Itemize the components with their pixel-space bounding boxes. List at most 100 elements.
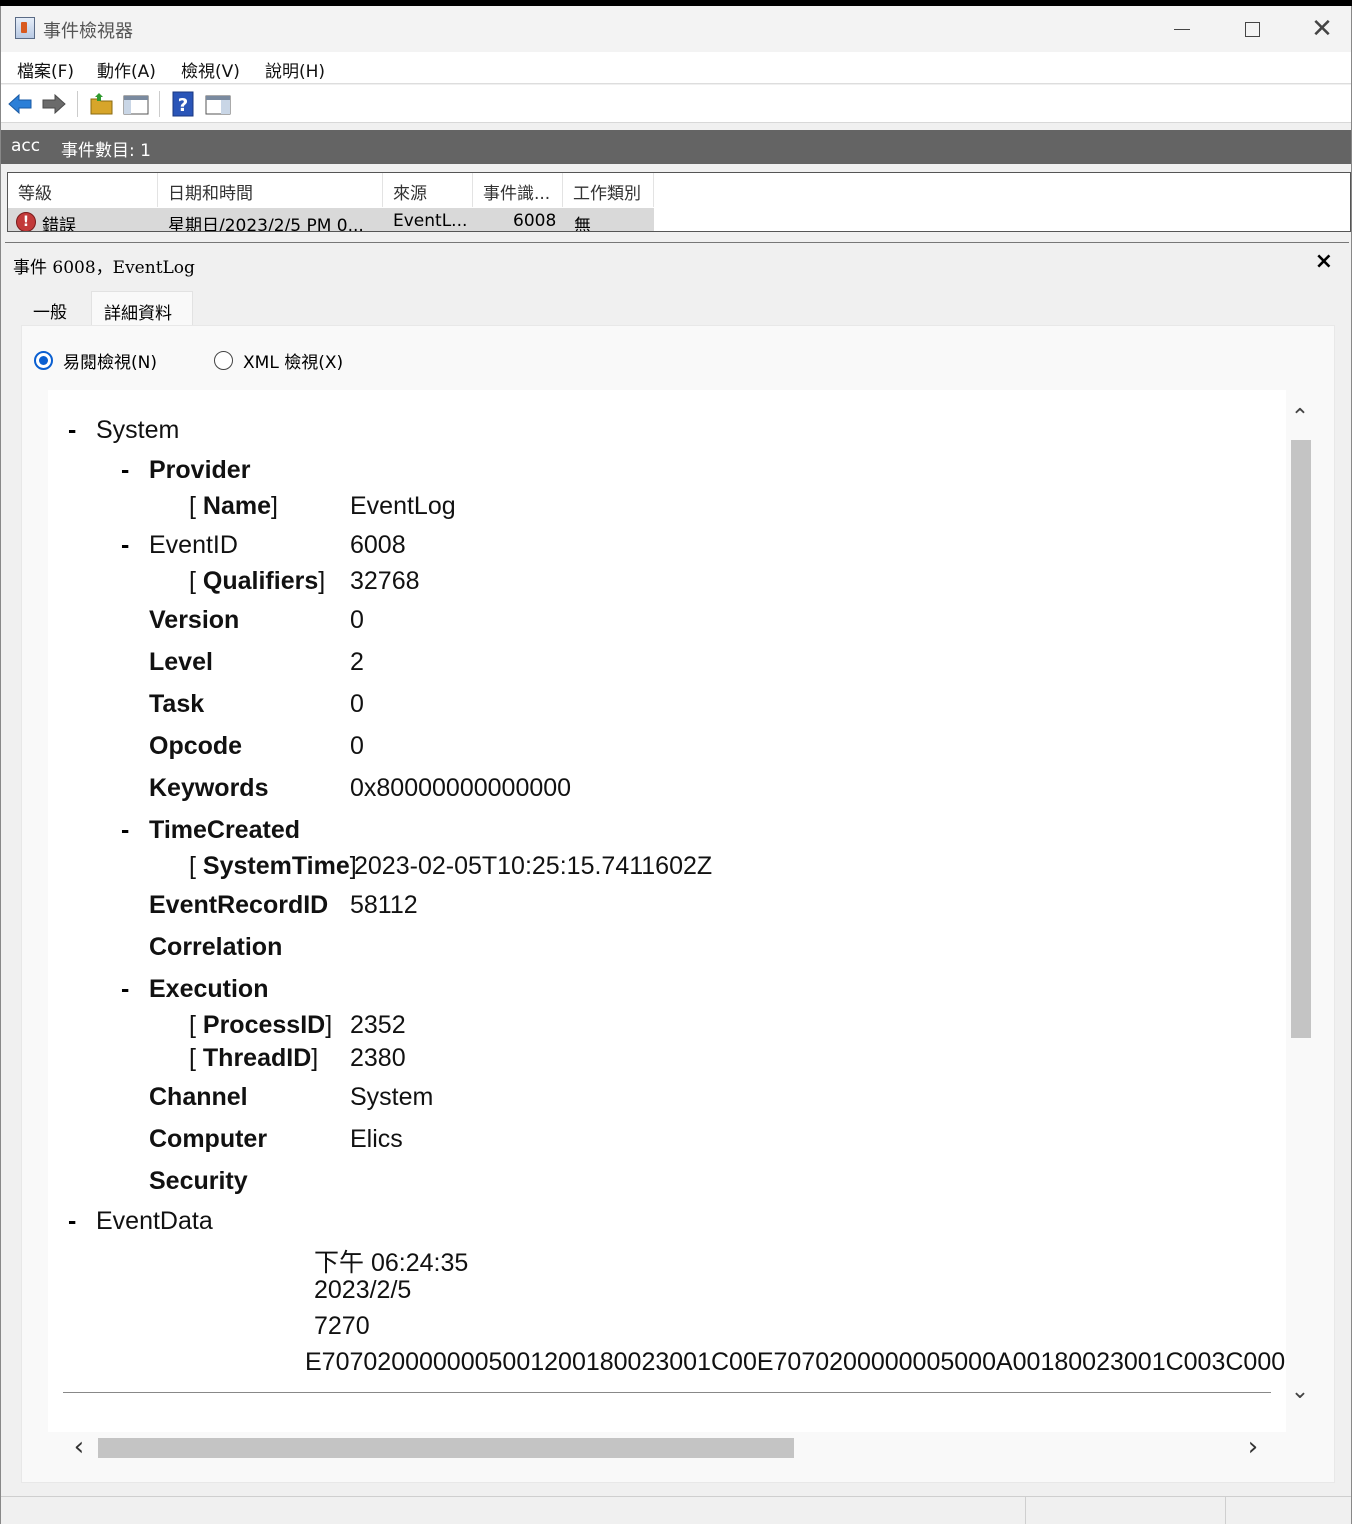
tab-general[interactable]: 一般	[21, 291, 91, 325]
close-window-button[interactable]: ✕	[1287, 6, 1352, 52]
event-viewer-app-icon	[15, 17, 35, 39]
cell-datetime: 星期日/2023/2/5 PM 0...	[168, 216, 364, 232]
radio-xml-view[interactable]: XML 檢視(X)	[214, 348, 343, 373]
scroll-down-icon[interactable]: ⌄	[1288, 1380, 1312, 1404]
node-correlation: Correlation	[149, 933, 283, 961]
show-hide-action-pane-icon[interactable]	[205, 91, 231, 117]
computer-value: Elics	[350, 1125, 403, 1153]
node-opcode: Opcode	[149, 732, 243, 760]
tab-details[interactable]: 詳細資料	[91, 291, 193, 325]
menu-file[interactable]: 檔案(F)	[17, 57, 74, 82]
opcode-value: 0	[350, 732, 364, 760]
error-icon: !	[16, 212, 36, 231]
eventdata-line: 7270	[314, 1312, 370, 1340]
attr-threadid-key: [ ThreadID]	[189, 1044, 319, 1072]
level-value: 2	[350, 648, 364, 676]
column-header-level[interactable]: 等級	[8, 173, 158, 207]
scroll-left-icon[interactable]: ‹	[64, 1432, 94, 1462]
friendly-view-content: - System - Provider [ Name] EventLog - E…	[48, 390, 1286, 1432]
column-header-datetime[interactable]: 日期和時間	[158, 173, 383, 207]
radio-unselected-icon	[214, 351, 233, 370]
node-task: Task	[149, 690, 205, 718]
attr-threadid-value: 2380	[350, 1044, 406, 1072]
close-icon: ✕	[1311, 14, 1333, 44]
attr-name-key: [ Name]	[189, 492, 278, 520]
status-divider	[1025, 1497, 1026, 1524]
toolbar-separator	[159, 91, 160, 117]
attr-processid-label: ProcessID	[202, 1011, 326, 1039]
menu-help[interactable]: 說明(H)	[265, 57, 325, 82]
menu-action[interactable]: 動作(A)	[97, 57, 156, 82]
node-eventrecordid: EventRecordID	[149, 891, 329, 919]
node-keywords: Keywords	[149, 774, 269, 802]
vertical-scroll-thumb[interactable]	[1291, 440, 1311, 1038]
attr-qualifiers-label: Qualifiers	[202, 567, 319, 595]
content-divider	[63, 1392, 1271, 1393]
cell-task-category: 無	[574, 216, 591, 232]
collapse-execution-toggle[interactable]: -	[121, 975, 129, 1004]
collapse-provider-toggle[interactable]: -	[121, 456, 129, 485]
node-eventid: EventID	[149, 531, 238, 559]
show-hide-tree-icon[interactable]	[123, 91, 149, 117]
minimize-button[interactable]	[1147, 6, 1217, 52]
collapse-eventid-toggle[interactable]: -	[121, 531, 129, 560]
toolbar-separator	[77, 91, 78, 117]
radio-selected-icon	[34, 351, 53, 370]
event-detail-pane: 事件 6008，EventLog × 一般 詳細資料 易閱檢視(N) XML 檢…	[5, 242, 1349, 1494]
event-count: 事件數目: 1	[61, 141, 151, 161]
node-version: Version	[149, 606, 240, 634]
attr-systemtime-label: SystemTime	[202, 852, 350, 880]
open-folder-icon[interactable]	[89, 91, 115, 117]
menu-view[interactable]: 檢視(V)	[181, 57, 240, 82]
event-list: 等級 日期和時間 來源 事件識... 工作類別 ! 錯誤 星期日/2023/2/…	[7, 172, 1351, 232]
maximize-button[interactable]	[1217, 6, 1287, 52]
cell-source: EventL...	[393, 211, 468, 231]
collapse-timecreated-toggle[interactable]: -	[121, 816, 129, 845]
log-header-strip: acc 事件數目: 1	[1, 130, 1351, 164]
toolbar: ?	[1, 85, 1351, 123]
collapse-system-toggle[interactable]: -	[68, 416, 76, 445]
attr-processid-key: [ ProcessID]	[189, 1011, 333, 1039]
node-system: System	[96, 416, 180, 444]
node-channel: Channel	[149, 1083, 248, 1111]
eventrecordid-value: 58112	[350, 891, 418, 919]
details-tab-panel: 易閱檢視(N) XML 檢視(X) - System - Provider [ …	[21, 325, 1335, 1483]
log-name: acc	[11, 136, 41, 156]
channel-value: System	[350, 1083, 434, 1111]
horizontal-scrollbar[interactable]: ‹ ›	[48, 1432, 1286, 1462]
event-viewer-window: 事件檢視器 ✕ 檔案(F) 動作(A) 檢視(V) 說明(H) ? acc 事件…	[0, 6, 1352, 1524]
column-header-source[interactable]: 來源	[383, 173, 473, 207]
attr-name-label: Name	[202, 492, 271, 520]
horizontal-scroll-thumb[interactable]	[98, 1438, 794, 1458]
keywords-value: 0x80000000000000	[350, 774, 572, 802]
node-level: Level	[149, 648, 213, 676]
collapse-eventdata-toggle[interactable]: -	[68, 1207, 76, 1236]
forward-arrow-icon[interactable]	[41, 91, 67, 117]
node-security: Security	[149, 1167, 248, 1195]
back-arrow-icon[interactable]	[7, 91, 33, 117]
eventdata-line: 下午 06:24:35	[314, 1249, 469, 1277]
column-header-event-id[interactable]: 事件識...	[473, 173, 563, 207]
node-eventdata: EventData	[96, 1207, 213, 1235]
svg-text:?: ?	[178, 95, 188, 116]
scroll-up-icon[interactable]: ⌃	[1288, 406, 1312, 430]
vertical-scrollbar[interactable]: ⌃ ⌄	[1286, 406, 1314, 1416]
eventid-value: 6008	[350, 531, 406, 559]
node-execution: Execution	[149, 975, 269, 1003]
node-computer: Computer	[149, 1125, 268, 1153]
eventdata-line: 2023/2/5	[314, 1276, 412, 1304]
column-header-task-category[interactable]: 工作類別	[563, 173, 654, 207]
close-detail-icon[interactable]: ×	[1315, 249, 1333, 274]
scroll-right-icon[interactable]: ›	[1238, 1432, 1268, 1462]
menu-bar: 檔案(F) 動作(A) 檢視(V) 說明(H)	[1, 52, 1351, 84]
minimize-icon	[1174, 28, 1190, 30]
attr-qualifiers-key: [ Qualifiers]	[189, 567, 326, 595]
cell-event-id: 6008	[513, 211, 557, 231]
version-value: 0	[350, 606, 364, 634]
help-icon[interactable]: ?	[171, 91, 197, 117]
maximize-icon	[1244, 21, 1260, 37]
eventdata-line: E7070200000005001200180023001C00E7070200…	[305, 1348, 1286, 1376]
title-bar: 事件檢視器 ✕	[1, 6, 1351, 52]
radio-friendly-view[interactable]: 易閱檢視(N)	[34, 348, 157, 373]
radio-friendly-label: 易閱檢視(N)	[63, 353, 157, 373]
